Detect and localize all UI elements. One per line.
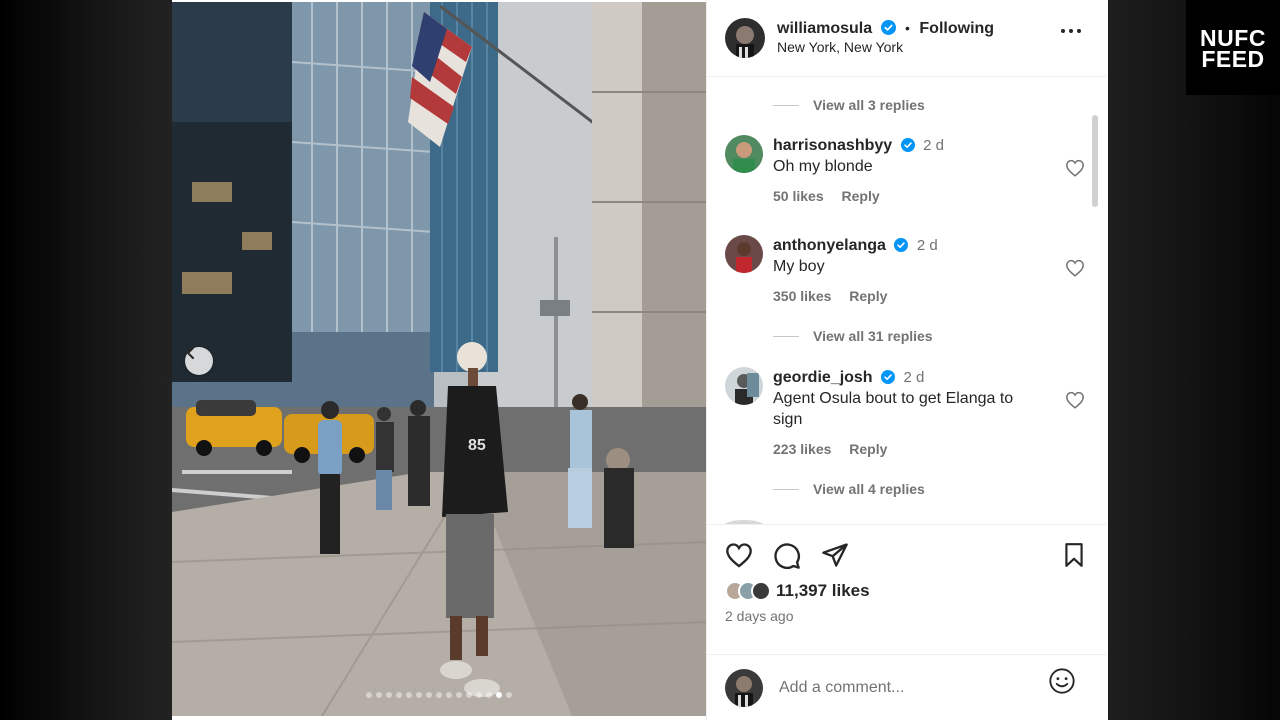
emoji-icon[interactable] [1048,667,1076,695]
instagram-post: 85 williamosula • Following New York, Ne… [172,0,1108,720]
comment-text: Oh my blonde [773,158,873,175]
svg-text:85: 85 [468,437,486,454]
save-bookmark-icon[interactable] [1062,542,1086,568]
comment-likes[interactable]: 350 likes [773,288,831,304]
likes-count[interactable]: 11,397 likes [776,581,870,601]
post-header: williamosula • Following New York, New Y… [707,0,1106,77]
carousel-dot [456,692,462,698]
verified-badge-icon [894,238,909,252]
verified-badge-icon [880,20,896,35]
view-replies-label: View all 3 replies [813,97,925,113]
share-icon[interactable] [821,542,849,568]
carousel-dot [406,692,412,698]
carousel-dot [486,692,492,698]
author-meta: williamosula • Following New York, New Y… [777,19,994,57]
comment-item: harrisonashbyy 2 d Oh my blonde 50 likes… [725,135,1085,207]
carousel-dot [446,692,452,698]
post-sidebar: williamosula • Following New York, New Y… [706,0,1106,720]
commenter-avatar[interactable] [725,235,763,273]
comment-time: 2 d [903,369,925,386]
view-replies-button[interactable]: View all 3 replies [773,97,925,113]
carousel-dot [466,692,472,698]
carousel-dot [366,692,372,698]
liker-avatar [751,581,771,601]
comment-text: My boy [773,258,825,275]
comments-list: View all 3 replies harrisonashbyy 2 d Oh… [707,78,1106,524]
carousel-dot [436,692,442,698]
comment-time: 2 d [923,137,944,154]
post-actions: 11,397 likes 2 days ago [707,524,1106,654]
add-comment-bar [707,654,1106,720]
comment-likes[interactable]: 223 likes [773,441,831,457]
nufc-feed-logo: NUFC FEED [1186,0,1280,95]
verified-badge-icon [900,138,915,152]
reply-line [773,104,799,106]
commenter-avatar[interactable] [725,367,763,405]
view-replies-label: View all 31 replies [813,328,933,344]
comment-item: anthonyelanga 2 d My boy 350 likes Reply [725,235,1085,307]
more-options-icon[interactable] [1060,28,1082,34]
carousel-dot [386,692,392,698]
comment-item: geordie_josh 2 d Agent Osula bout to get… [725,367,1085,460]
post-photo[interactable]: 85 [172,2,706,716]
view-replies-label: View all 4 replies [813,481,925,497]
heart-icon[interactable] [1065,391,1085,409]
street-scene-image: 85 [172,2,706,716]
carousel-dot [476,692,482,698]
background-right [1108,0,1280,720]
view-replies-button[interactable]: View all 4 replies [773,481,925,497]
logo-line-2: FEED [1201,46,1265,72]
comment-likes[interactable]: 50 likes [773,188,824,204]
likes-summary[interactable]: 11,397 likes [725,581,870,601]
carousel-dot [416,692,422,698]
carousel-dot [396,692,402,698]
following-button[interactable]: Following [919,20,994,37]
view-replies-button[interactable]: View all 31 replies [773,328,933,344]
separator-dot: • [905,20,910,36]
verified-badge-icon [881,370,896,384]
chevron-left-icon [187,347,194,359]
commenter-avatar[interactable] [725,135,763,173]
reply-button[interactable]: Reply [849,441,887,457]
reply-button[interactable]: Reply [842,188,880,204]
carousel-dot [496,692,502,698]
carousel-dot [376,692,382,698]
post-location[interactable]: New York, New York [777,38,994,57]
post-time[interactable]: 2 days ago [725,608,794,624]
heart-icon[interactable] [1065,159,1085,177]
comment-username[interactable]: anthonyelanga [773,237,886,254]
heart-icon[interactable] [1065,259,1085,277]
reply-button[interactable]: Reply [849,288,887,304]
comment-icon[interactable] [773,542,801,570]
carousel-dot [426,692,432,698]
like-heart-icon[interactable] [725,542,753,568]
add-comment-input[interactable] [779,678,1029,697]
reply-line [773,335,799,337]
comment-username[interactable]: geordie_josh [773,369,873,386]
comment-username[interactable]: harrisonashbyy [773,137,892,154]
carousel-dot [506,692,512,698]
author-avatar[interactable] [725,18,765,58]
background-left [0,0,172,720]
previous-photo-button[interactable] [185,347,213,375]
author-username[interactable]: williamosula [777,20,872,37]
comment-text: Agent Osula bout to get Elanga to sign [773,390,1014,428]
carousel-indicators [172,692,706,698]
comment-time: 2 d [916,237,938,254]
comments-scrollbar[interactable] [1092,115,1098,207]
reply-line [773,488,799,490]
current-user-avatar [725,668,763,707]
